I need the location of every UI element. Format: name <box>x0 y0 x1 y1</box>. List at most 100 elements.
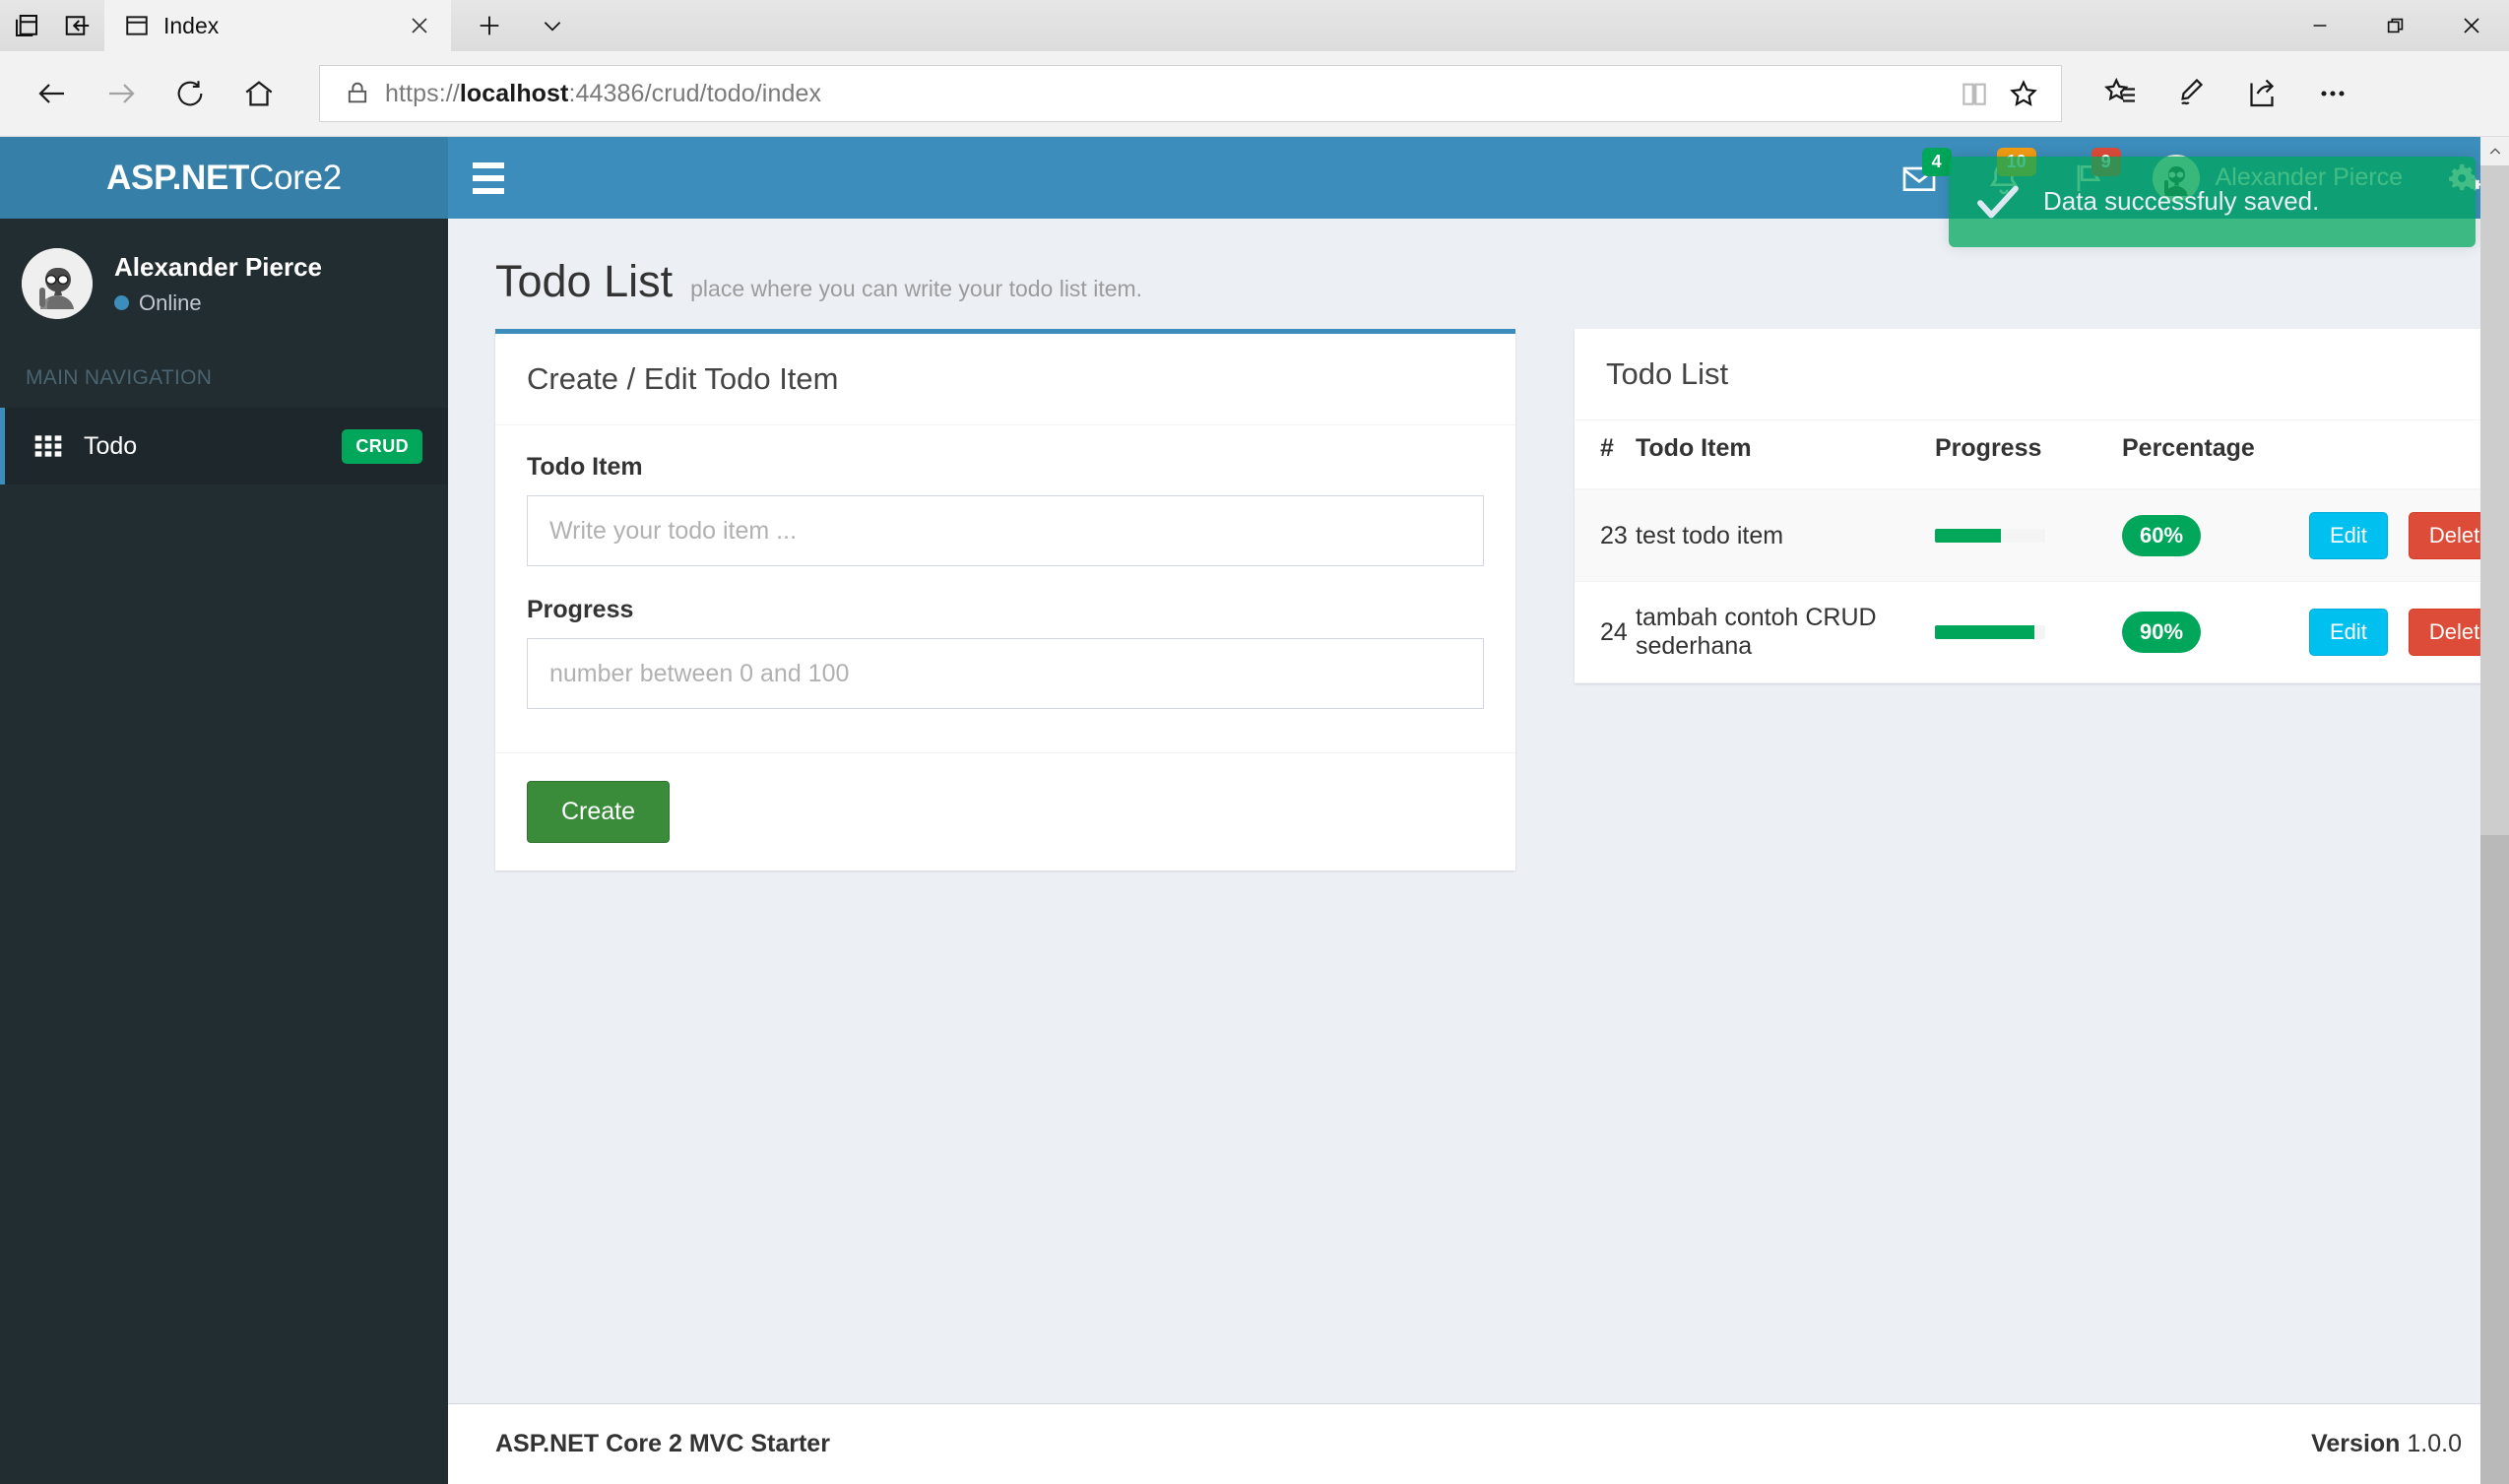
th-percentage: Percentage <box>2122 420 2309 490</box>
avatar <box>22 248 93 319</box>
progress-bar-fill <box>1935 529 2002 543</box>
sidebar-user-panel[interactable]: Alexander Pierce Online <box>0 219 448 349</box>
url-host: localhost <box>459 79 569 107</box>
close-icon[interactable] <box>402 8 437 43</box>
sidebar-user-status: Online <box>114 290 322 316</box>
create-edit-box-title: Create / Edit Todo Item <box>527 361 839 396</box>
home-icon[interactable] <box>228 63 290 124</box>
toolbar-actions <box>2090 63 2363 124</box>
set-tabs-aside-icon[interactable] <box>61 9 95 42</box>
toast-notification[interactable]: Data successfuly saved. <box>1949 157 2476 247</box>
book-icon[interactable] <box>1957 76 1992 111</box>
page-viewport: ASP.NETCore2 Alexander Pierce Online MAI… <box>0 137 2509 1484</box>
create-edit-box: Create / Edit Todo Item Todo Item Progre… <box>495 329 1515 871</box>
browser-window: Index https://localhost:44386/crud/todo/… <box>0 0 2509 1484</box>
toast-message: Data successfuly saved. <box>2043 186 2320 217</box>
cell-percentage: 60% <box>2122 489 2309 582</box>
app-logo[interactable]: ASP.NETCore2 <box>0 137 448 219</box>
top-navbar: 4 10 <box>448 137 2509 247</box>
todo-table-header-row: # Todo Item Progress Percentage <box>1575 420 2509 490</box>
todo-item-input[interactable] <box>527 495 1484 566</box>
page-title: Todo List <box>495 256 674 306</box>
browser-tab[interactable]: Index <box>104 0 451 51</box>
pen-icon[interactable] <box>2160 63 2221 124</box>
form-group-progress: Progress <box>527 596 1484 709</box>
scroll-up-arrow-icon[interactable] <box>2480 137 2509 165</box>
back-arrow-icon[interactable] <box>22 63 83 124</box>
progress-input[interactable] <box>527 638 1484 709</box>
todo-list-box: Todo List # Todo Item Progress Percentag… <box>1575 329 2509 683</box>
content-area: Create / Edit Todo Item Todo Item Progre… <box>448 329 2509 871</box>
restore-icon[interactable] <box>2357 0 2433 51</box>
progress-bar-fill <box>1935 625 2034 639</box>
footer-app-name: ASP.NET Core 2 MVC Starter <box>495 1430 830 1457</box>
footer-version-number: 1.0.0 <box>2407 1430 2462 1457</box>
percentage-badge: 90% <box>2122 612 2202 653</box>
tab-preview-icon[interactable] <box>10 9 43 42</box>
forward-arrow-icon <box>91 63 152 124</box>
chevron-down-icon[interactable] <box>526 0 579 51</box>
cell-todo-item: tambah contoh CRUD sederhana <box>1636 581 1935 683</box>
page-icon <box>124 13 150 38</box>
minimize-icon[interactable] <box>2282 0 2357 51</box>
share-icon[interactable] <box>2231 63 2292 124</box>
footer-version: Version 1.0.0 <box>2311 1430 2462 1458</box>
sidebar-user-status-label: Online <box>139 290 202 315</box>
progress-bar-track <box>1935 529 2045 543</box>
ellipsis-icon[interactable] <box>2302 63 2363 124</box>
form-column: Create / Edit Todo Item Todo Item Progre… <box>495 329 1515 871</box>
url-text: https://localhost:44386/crud/todo/index <box>385 80 1945 108</box>
todo-list-box-header: Todo List <box>1575 329 2509 419</box>
tab-title: Index <box>163 12 220 38</box>
page-subtitle: place where you can write your todo list… <box>690 276 1143 301</box>
todo-list-box-body: # Todo Item Progress Percentage 23 test … <box>1575 419 2509 683</box>
page-footer: ASP.NET Core 2 MVC Starter Version 1.0.0 <box>448 1403 2509 1484</box>
titlebar-left-icons <box>0 0 104 51</box>
online-dot-icon <box>114 295 129 310</box>
hamburger-icon[interactable] <box>448 137 529 219</box>
lock-icon <box>344 79 373 108</box>
tab-controls <box>451 0 579 51</box>
progress-bar-track <box>1935 625 2045 639</box>
sidebar-item-label: Todo <box>84 431 138 460</box>
create-edit-box-footer: Create <box>495 752 1515 871</box>
plus-icon[interactable] <box>463 0 516 51</box>
url-scheme: https:// <box>385 79 460 107</box>
cell-number: 23 <box>1575 489 1636 582</box>
browser-titlebar: Index <box>0 0 2509 51</box>
address-bar[interactable]: https://localhost:44386/crud/todo/index <box>319 65 2062 122</box>
logo-bold: ASP.NET <box>106 158 250 197</box>
todo-table: # Todo Item Progress Percentage 23 test … <box>1575 420 2509 683</box>
create-edit-box-body: Todo Item Progress <box>495 424 1515 752</box>
close-window-icon[interactable] <box>2433 0 2509 51</box>
sidebar-user-meta: Alexander Pierce Online <box>114 252 322 316</box>
sidebar-user-name: Alexander Pierce <box>114 251 323 282</box>
sidebar-item-badge: CRUD <box>342 428 422 464</box>
percentage-badge: 60% <box>2122 515 2202 556</box>
star-icon[interactable] <box>2006 76 2041 111</box>
hub-star-list-icon[interactable] <box>2090 63 2151 124</box>
th-number: # <box>1575 420 1636 490</box>
th-progress: Progress <box>1935 420 2122 490</box>
logo-light: Core2 <box>249 158 342 197</box>
edit-button[interactable]: Edit <box>2309 609 2388 656</box>
messages-badge: 4 <box>1921 148 1952 176</box>
create-edit-box-header: Create / Edit Todo Item <box>495 334 1515 424</box>
cell-actions: Edit Delete <box>2309 489 2509 582</box>
sidebar-item-todo[interactable]: Todo CRUD <box>0 408 448 484</box>
window-controls <box>2282 0 2509 51</box>
sidebar: ASP.NETCore2 Alexander Pierce Online MAI… <box>0 137 448 1484</box>
th-actions <box>2309 420 2509 490</box>
form-group-todo-item: Todo Item <box>527 453 1484 566</box>
progress-label: Progress <box>527 596 634 623</box>
browser-toolbar: https://localhost:44386/crud/todo/index <box>0 51 2509 137</box>
scrollbar-thumb[interactable] <box>2480 165 2509 835</box>
create-button[interactable]: Create <box>527 781 671 843</box>
page-scrollbar[interactable] <box>2480 137 2509 1484</box>
todo-table-head: # Todo Item Progress Percentage <box>1575 420 2509 490</box>
refresh-icon[interactable] <box>160 63 221 124</box>
edit-button[interactable]: Edit <box>2309 512 2388 559</box>
cell-percentage: 90% <box>2122 581 2309 683</box>
main-area: 4 10 <box>448 137 2509 1484</box>
cell-todo-item: test todo item <box>1636 489 1935 582</box>
